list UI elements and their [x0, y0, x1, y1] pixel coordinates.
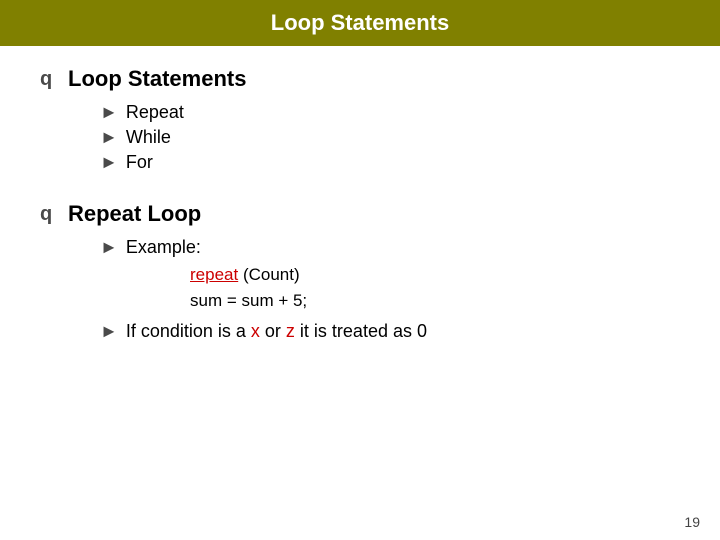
- arrow-icon-1: ►: [100, 102, 118, 123]
- sub-items-1: ► Repeat ► While ► For: [40, 102, 680, 173]
- arrow-icon-4: ►: [100, 237, 118, 258]
- sub-items-2: ► Example: repeat (Count) sum = sum + 5;…: [40, 237, 680, 342]
- code-line-2: sum = sum + 5;: [190, 288, 680, 314]
- bullet-q-1: q: [40, 68, 60, 91]
- code-block: repeat (Count) sum = sum + 5;: [100, 262, 680, 313]
- title-bar: Loop Statements: [0, 0, 720, 46]
- keyword-repeat: repeat: [190, 265, 238, 284]
- keyword-x: x: [251, 321, 260, 341]
- section-heading-1: q Loop Statements: [40, 66, 680, 92]
- if-condition-text: If condition is a x or z it is treated a…: [126, 321, 427, 342]
- list-item: ► Repeat: [100, 102, 680, 123]
- item-for: For: [126, 152, 153, 173]
- list-item: ► Example:: [100, 237, 680, 258]
- code-line-1: repeat (Count): [190, 262, 680, 288]
- code-suffix-1: (Count): [243, 265, 300, 284]
- slide: Loop Statements q Loop Statements ► Repe…: [0, 0, 720, 540]
- arrow-icon-2: ►: [100, 127, 118, 148]
- list-item: ► If condition is a x or z it is treated…: [100, 321, 680, 342]
- section-title-2: Repeat Loop: [68, 201, 201, 227]
- item-repeat: Repeat: [126, 102, 184, 123]
- bullet-q-2: q: [40, 203, 60, 226]
- list-item: ► While: [100, 127, 680, 148]
- keyword-z: z: [286, 321, 295, 341]
- example-label: Example:: [126, 237, 201, 258]
- list-item: ► For: [100, 152, 680, 173]
- section-title-1: Loop Statements: [68, 66, 246, 92]
- content-area: q Loop Statements ► Repeat ► While ► For: [0, 46, 720, 390]
- arrow-icon-3: ►: [100, 152, 118, 173]
- section-loop-statements: q Loop Statements ► Repeat ► While ► For: [40, 66, 680, 173]
- arrow-icon-5: ►: [100, 321, 118, 342]
- section-repeat-loop: q Repeat Loop ► Example: repeat (Count) …: [40, 201, 680, 342]
- item-while: While: [126, 127, 171, 148]
- page-number: 19: [684, 514, 700, 530]
- slide-title: Loop Statements: [20, 10, 700, 36]
- section-heading-2: q Repeat Loop: [40, 201, 680, 227]
- code-sum: sum = sum + 5;: [190, 291, 307, 310]
